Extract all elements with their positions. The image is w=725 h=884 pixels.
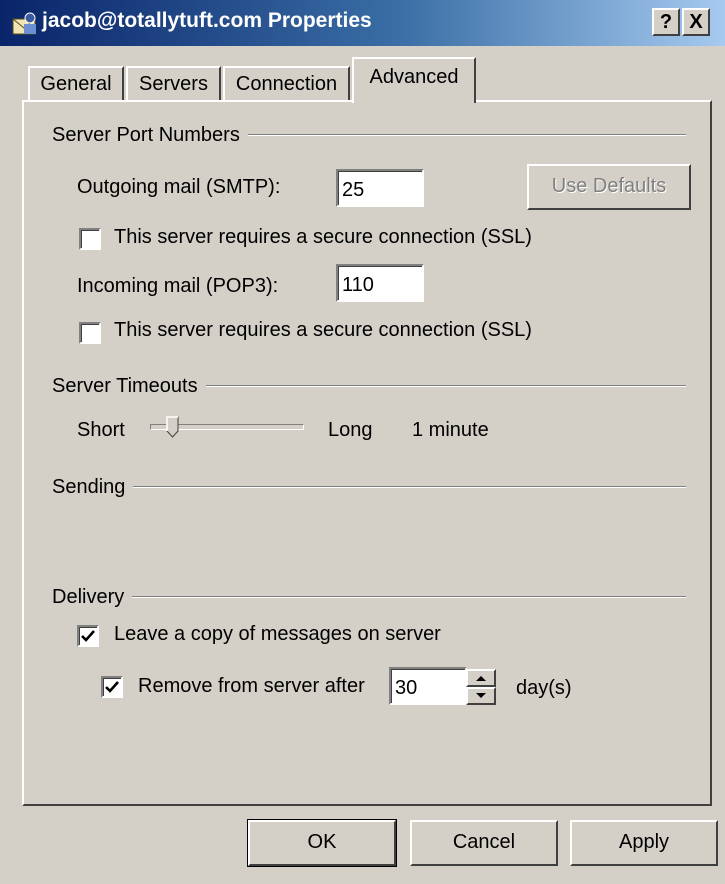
tab-connection-label: Connection bbox=[235, 73, 338, 95]
tab-connection[interactable]: Connection bbox=[223, 66, 350, 102]
timeout-slider-thumb[interactable] bbox=[166, 416, 180, 438]
ok-button[interactable]: OK bbox=[247, 819, 397, 867]
delivery-divider bbox=[52, 596, 686, 598]
remove-after-days-field[interactable] bbox=[389, 667, 467, 705]
arrow-up-icon bbox=[476, 676, 486, 681]
timeout-value-label: 1 minute bbox=[412, 419, 489, 441]
incoming-ssl-label: This server requires a secure connection… bbox=[114, 319, 532, 341]
close-button[interactable]: X bbox=[682, 8, 710, 36]
sending-divider bbox=[52, 486, 686, 488]
tab-general[interactable]: General bbox=[28, 66, 124, 102]
timeout-long-label: Long bbox=[328, 419, 373, 441]
remove-after-checkbox[interactable] bbox=[101, 676, 123, 698]
leave-copy-checkbox[interactable] bbox=[77, 625, 99, 647]
spin-up-button[interactable] bbox=[466, 669, 496, 687]
remove-after-label: Remove from server after bbox=[138, 675, 365, 697]
leave-copy-label: Leave a copy of messages on server bbox=[114, 623, 441, 645]
title-bar[interactable]: jacob@totallytuft.com Properties ? X bbox=[0, 0, 725, 46]
use-defaults-button[interactable]: Use Defaults bbox=[527, 164, 691, 210]
timeout-short-label: Short bbox=[77, 419, 125, 441]
apply-button[interactable]: Apply bbox=[570, 820, 718, 866]
window-title: jacob@totallytuft.com Properties bbox=[42, 9, 372, 32]
help-button[interactable]: ? bbox=[652, 8, 680, 36]
outgoing-ssl-label: This server requires a secure connection… bbox=[114, 226, 532, 248]
tab-advanced[interactable]: Advanced bbox=[352, 57, 476, 103]
tab-general-label: General bbox=[40, 73, 112, 95]
days-spinner[interactable] bbox=[466, 669, 496, 705]
days-unit-label: day(s) bbox=[516, 677, 572, 699]
tab-advanced-label: Advanced bbox=[369, 66, 459, 88]
incoming-port-label: Incoming mail (POP3): bbox=[77, 275, 279, 297]
incoming-port-field[interactable] bbox=[336, 264, 424, 302]
spin-down-button[interactable] bbox=[466, 687, 496, 705]
server-timeouts-group-label: Server Timeouts bbox=[52, 375, 206, 398]
checkmark-icon bbox=[105, 681, 119, 693]
checkmark-icon bbox=[81, 630, 95, 642]
outgoing-port-label: Outgoing mail (SMTP): bbox=[77, 176, 281, 198]
tab-servers[interactable]: Servers bbox=[126, 66, 221, 102]
cancel-button[interactable]: Cancel bbox=[410, 820, 558, 866]
outgoing-ssl-checkbox[interactable] bbox=[79, 228, 101, 250]
delivery-group-label: Delivery bbox=[52, 586, 133, 609]
sending-group-label: Sending bbox=[52, 476, 134, 499]
incoming-ssl-checkbox[interactable] bbox=[79, 322, 101, 344]
tab-servers-label: Servers bbox=[139, 73, 208, 95]
outgoing-port-field[interactable] bbox=[336, 169, 424, 207]
mail-account-icon bbox=[12, 12, 36, 35]
arrow-down-icon bbox=[476, 693, 486, 698]
server-ports-group-label: Server Port Numbers bbox=[52, 124, 248, 147]
